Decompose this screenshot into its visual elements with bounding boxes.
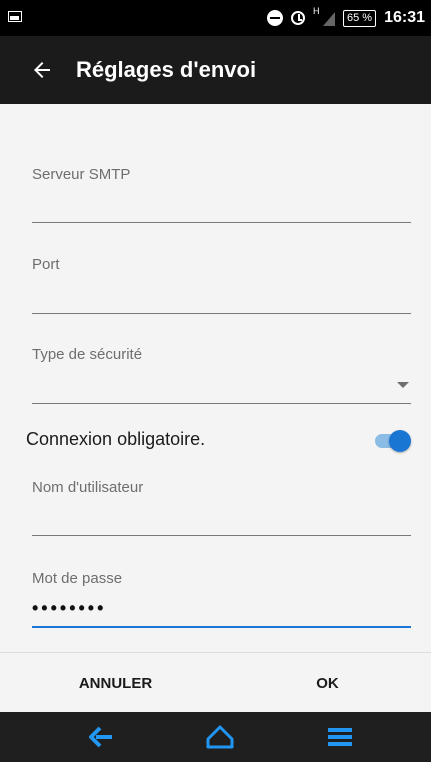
password-label: Mot de passe (32, 570, 123, 587)
ok-button[interactable]: OK (220, 653, 431, 713)
smtp-server-label: Serveur SMTP (32, 166, 131, 183)
home-icon[interactable] (205, 724, 235, 755)
do-not-disturb-icon (267, 10, 283, 26)
login-required-switch-thumb[interactable] (389, 430, 411, 452)
password-underline-focused (32, 626, 411, 628)
username-label: Nom d'utilisateur (32, 479, 144, 496)
port-underline (32, 313, 411, 314)
image-notification-icon (8, 11, 22, 22)
security-type-select[interactable]: Type de sécurité (32, 346, 411, 404)
username-field[interactable]: Nom d'utilisateur (32, 479, 411, 536)
status-icons: H 65 % 16:31 (267, 0, 425, 36)
port-label: Port (32, 256, 60, 273)
password-field[interactable]: Mot de passe •••••••• (32, 570, 411, 628)
dialog-button-bar: ANNULER OK (0, 652, 431, 713)
status-time: 16:31 (384, 9, 425, 26)
app-bar: Réglages d'envoi (0, 36, 431, 104)
network-type-label: H (313, 6, 320, 16)
settings-form: Serveur SMTP Port Type de sécurité Conne… (0, 104, 431, 652)
security-type-label: Type de sécurité (32, 346, 143, 363)
signal-icon: H (313, 6, 335, 28)
back-arrow-icon[interactable] (88, 726, 114, 753)
login-required-label: Connexion obligatoire. (26, 429, 206, 449)
cancel-button[interactable]: ANNULER (8, 653, 223, 713)
port-field[interactable]: Port (32, 256, 411, 314)
back-arrow-icon[interactable] (30, 58, 54, 82)
smtp-server-field[interactable]: Serveur SMTP (32, 166, 411, 223)
smtp-server-underline (32, 222, 411, 223)
security-type-underline (32, 403, 411, 404)
page-title: Réglages d'envoi (76, 57, 257, 82)
battery-indicator: 65 % (343, 9, 377, 27)
dropdown-arrow-icon (397, 382, 409, 388)
alarm-icon (291, 11, 305, 25)
menu-icon[interactable] (328, 726, 352, 753)
login-required-row[interactable]: Connexion obligatoire. (0, 426, 431, 456)
navigation-bar (0, 712, 431, 762)
password-value: •••••••• (32, 598, 107, 618)
status-bar: H 65 % 16:31 (0, 0, 431, 36)
username-underline (32, 535, 411, 536)
